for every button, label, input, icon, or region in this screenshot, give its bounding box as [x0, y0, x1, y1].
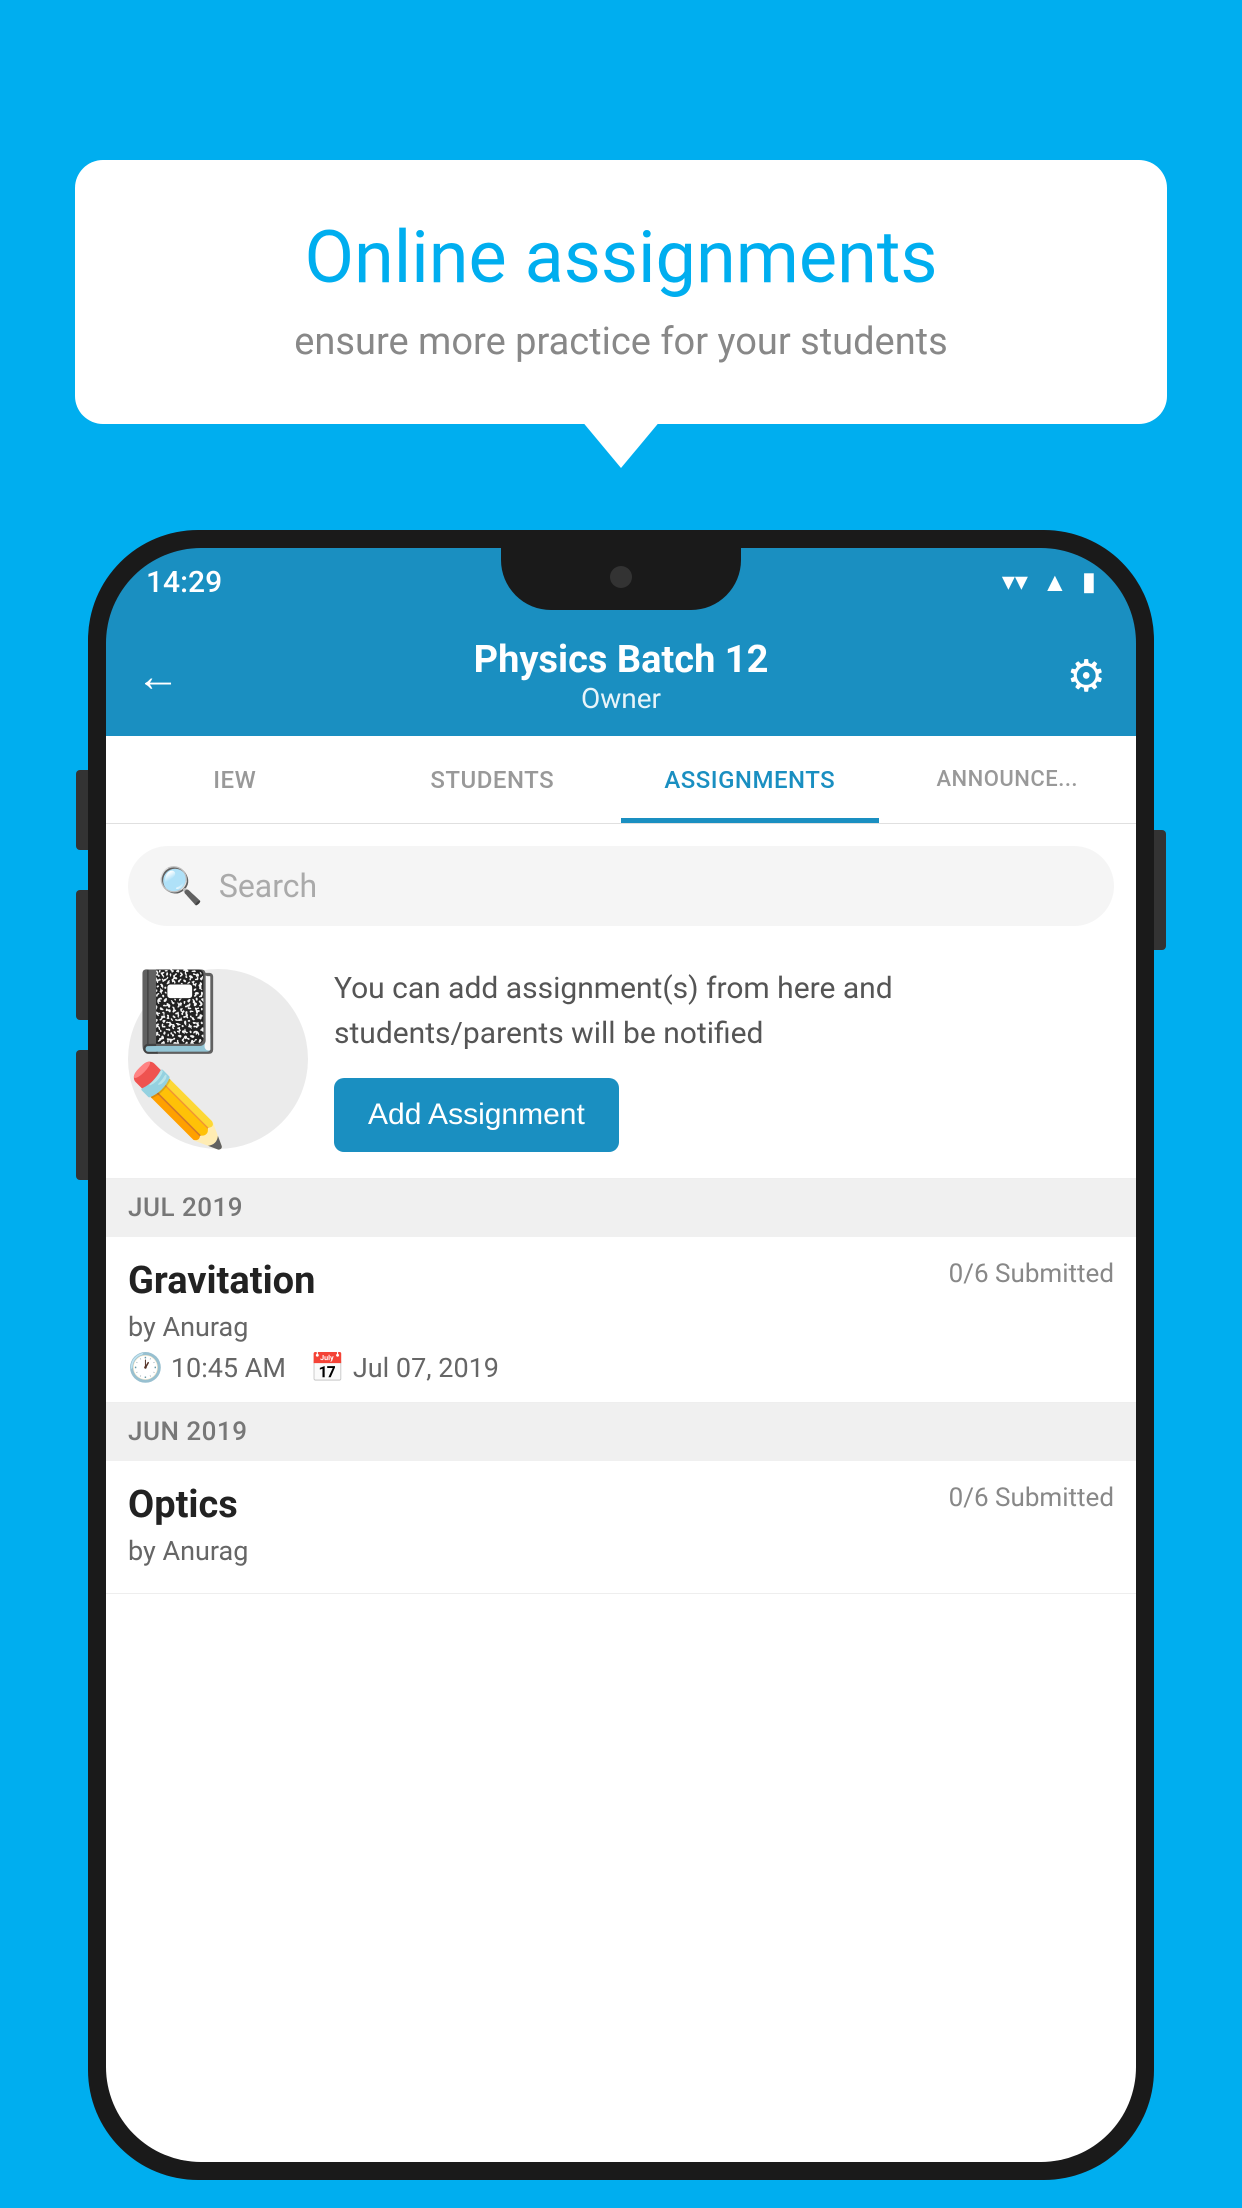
assignment-time-value: 10:45 AM — [171, 1352, 286, 1384]
assignment-optics-by: by Anurag — [128, 1535, 1114, 1567]
status-icons: ▾▾ ▲ ▮ — [1002, 567, 1096, 598]
assignment-optics-submitted: 0/6 Submitted — [949, 1483, 1114, 1513]
assignment-time-row: 🕐 10:45 AM 📅 Jul 07, 2019 — [128, 1351, 1114, 1384]
clock-icon: 🕐 — [128, 1351, 163, 1384]
section-jun-2019: JUN 2019 — [106, 1403, 1136, 1461]
tab-iew[interactable]: IEW — [106, 736, 364, 823]
assignment-by: by Anurag — [128, 1311, 1114, 1343]
promo-icon-circle: 📓✏️ — [128, 969, 308, 1149]
settings-icon[interactable]: ⚙ — [1067, 650, 1106, 702]
camera — [610, 566, 632, 588]
assignment-top-row: Gravitation 0/6 Submitted — [128, 1259, 1114, 1303]
search-icon: 🔍 — [158, 865, 203, 907]
volume-down-button — [76, 890, 88, 1020]
promo-section: 📓✏️ You can add assignment(s) from here … — [106, 944, 1136, 1179]
screen-content: 🔍 Search 📓✏️ You can add assignment(s) f… — [106, 824, 1136, 2162]
bubble-title: Online assignments — [135, 215, 1107, 300]
promo-text-side: You can add assignment(s) from here and … — [334, 966, 1114, 1152]
back-button[interactable]: ← — [136, 650, 180, 702]
app-bar-title: Physics Batch 12 — [474, 638, 769, 682]
assignment-date: 📅 Jul 07, 2019 — [310, 1351, 499, 1384]
app-bar-subtitle: Owner — [474, 682, 769, 715]
assignment-optics-title: Optics — [128, 1483, 238, 1527]
silent-button — [76, 1050, 88, 1180]
app-bar-title-block: Physics Batch 12 Owner — [474, 638, 769, 715]
calendar-icon: 📅 — [310, 1351, 345, 1384]
section-month-label: JUL 2019 — [128, 1193, 243, 1223]
tabs-bar: IEW STUDENTS ASSIGNMENTS ANNOUNCE... — [106, 736, 1136, 824]
notebook-icon: 📓✏️ — [128, 965, 308, 1153]
phone-notch — [501, 548, 741, 610]
search-placeholder: Search — [219, 867, 317, 905]
phone-screen: 14:29 ▾▾ ▲ ▮ ← Physics Batch 12 Owner ⚙ … — [106, 548, 1136, 2162]
power-button — [1154, 830, 1166, 950]
assignment-submitted: 0/6 Submitted — [949, 1259, 1114, 1289]
signal-icon: ▲ — [1042, 567, 1068, 598]
section-month-label-jun: JUN 2019 — [128, 1417, 247, 1447]
volume-up-button — [76, 770, 88, 850]
speech-bubble: Online assignments ensure more practice … — [75, 160, 1167, 424]
tab-assignments[interactable]: ASSIGNMENTS — [621, 736, 879, 823]
phone-frame: 14:29 ▾▾ ▲ ▮ ← Physics Batch 12 Owner ⚙ … — [88, 530, 1154, 2180]
wifi-icon: ▾▾ — [1002, 567, 1028, 597]
assignment-title: Gravitation — [128, 1259, 315, 1303]
section-jul-2019: JUL 2019 — [106, 1179, 1136, 1237]
promo-description: You can add assignment(s) from here and … — [334, 966, 1114, 1056]
tab-announcements[interactable]: ANNOUNCE... — [879, 736, 1137, 823]
battery-icon: ▮ — [1082, 567, 1096, 597]
search-bar[interactable]: 🔍 Search — [128, 846, 1114, 926]
tab-students[interactable]: STUDENTS — [364, 736, 622, 823]
speech-bubble-wrapper: Online assignments ensure more practice … — [75, 160, 1167, 424]
bubble-subtitle: ensure more practice for your students — [135, 320, 1107, 364]
assignment-optics[interactable]: Optics 0/6 Submitted by Anurag — [106, 1461, 1136, 1594]
assignment-time: 🕐 10:45 AM — [128, 1351, 286, 1384]
add-assignment-button[interactable]: Add Assignment — [334, 1078, 619, 1152]
app-bar: ← Physics Batch 12 Owner ⚙ — [106, 616, 1136, 736]
status-time: 14:29 — [146, 565, 222, 600]
assignment-date-value: Jul 07, 2019 — [353, 1352, 499, 1384]
assignment-optics-top-row: Optics 0/6 Submitted — [128, 1483, 1114, 1527]
assignment-gravitation[interactable]: Gravitation 0/6 Submitted by Anurag 🕐 10… — [106, 1237, 1136, 1403]
